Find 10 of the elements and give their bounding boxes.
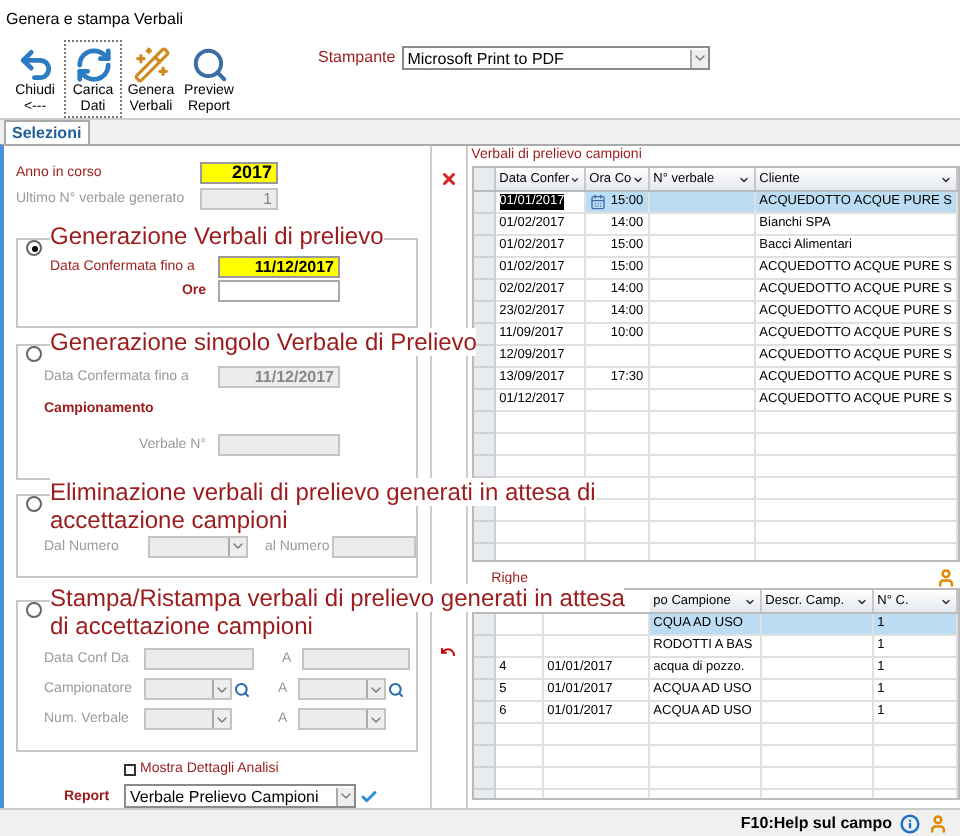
dropdown[interactable]: Microsoft Print to PDF [401,46,710,70]
input-field[interactable]: 2017 [200,162,278,184]
printer-label: Stampante [318,46,396,70]
window-title: Genera e stampa Verbali [6,8,183,32]
tab[interactable]: Selezioni [4,120,90,144]
section-heading: Generazione singolo Verbale di Prelievo [50,327,477,356]
section-heading: Generazione Verbali di prelievo [50,222,384,250]
input-field[interactable]: 11/12/2017 [218,256,340,278]
help-hint: F10:Help sul campo [740,811,892,835]
dropdown[interactable]: Verbale Prelievo Campioni [124,784,356,808]
